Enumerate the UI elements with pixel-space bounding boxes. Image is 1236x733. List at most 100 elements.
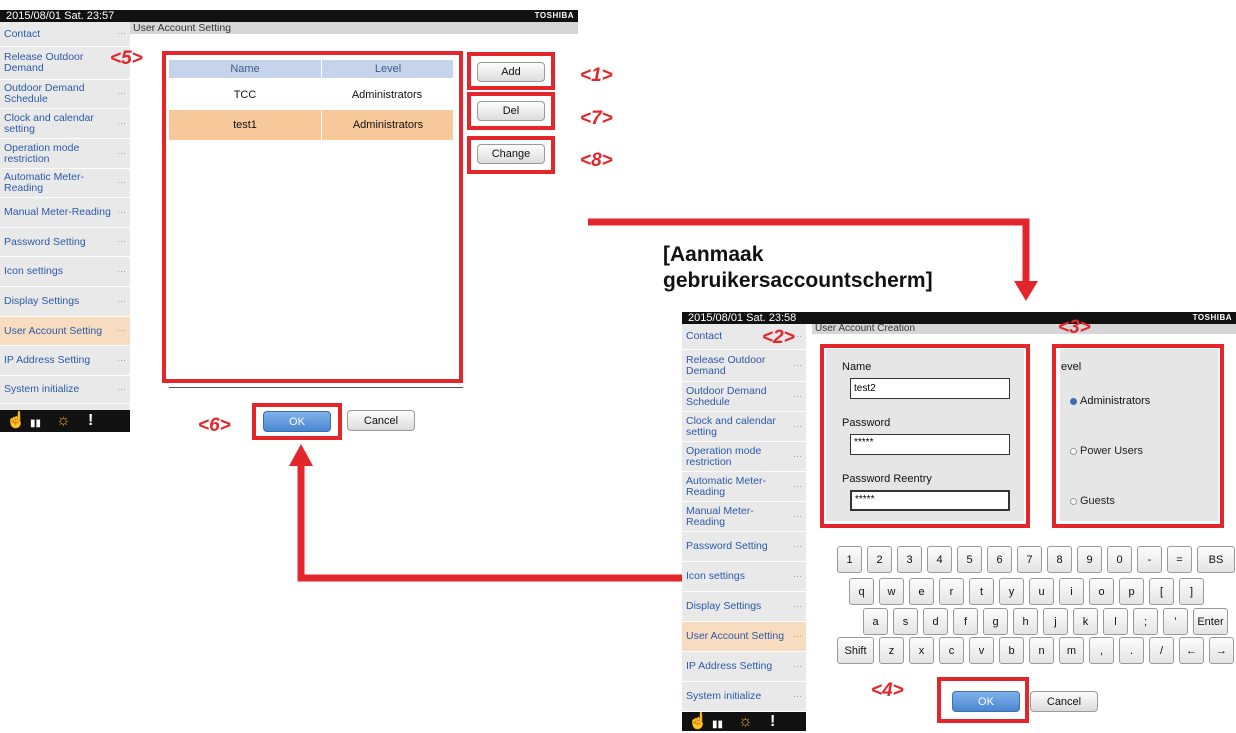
keyboard-key[interactable]: 6: [987, 546, 1012, 573]
keyboard-key[interactable]: 2: [867, 546, 892, 573]
keyboard-key[interactable]: .: [1119, 637, 1144, 664]
more-dots-icon: ···: [793, 359, 802, 370]
keyboard-key[interactable]: l: [1103, 608, 1128, 635]
keyboard-key[interactable]: w: [879, 578, 904, 605]
sidebar-item-label: Outdoor Demand Schedule: [686, 384, 767, 408]
sidebar-item-label: Manual Meter-Reading: [686, 504, 754, 528]
keyboard-key[interactable]: j: [1043, 608, 1068, 635]
alert-icon[interactable]: !: [770, 713, 775, 730]
callout-2: <2>: [762, 327, 795, 348]
sidebar-item[interactable]: System initialize ···: [682, 682, 806, 712]
sidebar-item-label: Contact: [686, 330, 723, 342]
sidebar-item[interactable]: Password Setting ···: [682, 532, 806, 562]
keyboard-key[interactable]: t: [969, 578, 994, 605]
more-dots-icon: ···: [793, 570, 802, 581]
sidebar-item[interactable]: Clock and calendar setting ···: [682, 412, 806, 442]
sidebar-item-label: Automatic Meter-Reading: [686, 474, 766, 498]
keyboard-key[interactable]: f: [953, 608, 978, 635]
sidebar-item-label: Display Settings: [686, 600, 762, 612]
keyboard-key[interactable]: -: [1137, 546, 1162, 573]
keyboard-key[interactable]: /: [1149, 637, 1174, 664]
more-dots-icon: ···: [793, 690, 802, 701]
arrow-back-to-ok: [289, 444, 682, 582]
keyboard-key[interactable]: n: [1029, 637, 1054, 664]
keyboard-key[interactable]: i: [1059, 578, 1084, 605]
keyboard-key[interactable]: r: [939, 578, 964, 605]
caption-line-1: [Aanmaak: [663, 243, 764, 266]
keyboard-key[interactable]: 7: [1017, 546, 1042, 573]
keyboard-key[interactable]: u: [1029, 578, 1054, 605]
book-icon[interactable]: ▮▮: [712, 717, 723, 733]
keyboard-key[interactable]: v: [969, 637, 994, 664]
keyboard-key[interactable]: b: [999, 637, 1024, 664]
keyboard-key[interactable]: m: [1059, 637, 1084, 664]
keyboard-key[interactable]: z: [879, 637, 904, 664]
callout-box-4: [937, 677, 1029, 723]
keyboard-key[interactable]: q: [849, 578, 874, 605]
keyboard-key[interactable]: y: [999, 578, 1024, 605]
keyboard-key[interactable]: s: [893, 608, 918, 635]
sidebar-item[interactable]: Outdoor Demand Schedule ···: [682, 382, 806, 412]
sidebar-item-label: Clock and calendar setting: [686, 414, 776, 438]
sidebar-item[interactable]: Operation mode restriction ···: [682, 442, 806, 472]
keyboard-key[interactable]: [: [1149, 578, 1174, 605]
keyboard-key[interactable]: Enter: [1193, 608, 1228, 635]
sidebar-item-label: Operation mode restriction: [686, 444, 762, 468]
cancel-button[interactable]: Cancel: [1030, 691, 1098, 712]
sidebar-item[interactable]: Display Settings ···: [682, 592, 806, 622]
sidebar-item[interactable]: Release Outdoor Demand ···: [682, 350, 806, 382]
keyboard-key[interactable]: 9: [1077, 546, 1102, 573]
keyboard-key[interactable]: =: [1167, 546, 1192, 573]
keyboard-key[interactable]: k: [1073, 608, 1098, 635]
keyboard-key[interactable]: ←: [1179, 637, 1204, 664]
keyboard-key[interactable]: ,: [1089, 637, 1114, 664]
sun-gear-icon[interactable]: ☼: [738, 713, 753, 730]
keyboard-key[interactable]: g: [983, 608, 1008, 635]
keyboard-key[interactable]: ': [1163, 608, 1188, 635]
callout-box-3: [1052, 344, 1224, 528]
keyboard-key[interactable]: a: [863, 608, 888, 635]
sidebar-bottom-toolbar: ☝ ▮▮ ☼!: [682, 712, 806, 731]
keyboard-key[interactable]: ]: [1179, 578, 1204, 605]
sidebar-item-label: IP Address Setting: [686, 660, 773, 672]
sidebar-item[interactable]: Icon settings ···: [682, 562, 806, 592]
keyboard-key[interactable]: h: [1013, 608, 1038, 635]
keyboard-key[interactable]: o: [1089, 578, 1114, 605]
sidebar-item[interactable]: IP Address Setting ···: [682, 652, 806, 682]
more-dots-icon: ···: [793, 630, 802, 641]
keyboard-key[interactable]: 0: [1107, 546, 1132, 573]
sidebar-item[interactable]: Manual Meter-Reading ···: [682, 502, 806, 532]
keyboard-key[interactable]: p: [1119, 578, 1144, 605]
sidebar-item-label: Password Setting: [686, 540, 768, 552]
screen2-sidebar: Contact ··· Release Outdoor Demand ··· Outdo…: [682, 324, 806, 731]
keyboard-key[interactable]: →: [1209, 637, 1234, 664]
more-dots-icon: ···: [793, 600, 802, 611]
more-dots-icon: ···: [793, 450, 802, 461]
caption-line-2: gebruikersaccountscherm]: [663, 269, 933, 292]
creation-screen-caption: [Aanmaak gebruikersaccountscherm]: [663, 242, 933, 294]
keyboard-key[interactable]: BS: [1197, 546, 1235, 573]
keyboard-key[interactable]: Shift: [837, 637, 874, 664]
screen2-datetime: 2015/08/01 Sat. 23:58: [688, 312, 797, 324]
keyboard-key[interactable]: d: [923, 608, 948, 635]
keyboard-key[interactable]: x: [909, 637, 934, 664]
sidebar-item-label: System initialize: [686, 690, 762, 702]
keyboard-key[interactable]: 3: [897, 546, 922, 573]
keyboard-key[interactable]: 5: [957, 546, 982, 573]
keyboard-key[interactable]: e: [909, 578, 934, 605]
keyboard-key[interactable]: c: [939, 637, 964, 664]
hand-pointer-icon[interactable]: ☝: [688, 713, 708, 730]
sidebar-item-label: Icon settings: [686, 570, 745, 582]
more-dots-icon: ···: [793, 540, 802, 551]
more-dots-icon: ···: [793, 390, 802, 401]
keyboard-key[interactable]: 8: [1047, 546, 1072, 573]
sidebar-item[interactable]: User Account Setting ···: [682, 622, 806, 652]
screen2-page-title: User Account Creation: [812, 324, 1236, 334]
keyboard-key[interactable]: 1: [837, 546, 862, 573]
sidebar-item[interactable]: Automatic Meter-Reading ···: [682, 472, 806, 502]
callout-3: <3>: [1058, 317, 1091, 338]
more-dots-icon: ···: [793, 510, 802, 521]
keyboard-key[interactable]: 4: [927, 546, 952, 573]
keyboard-key[interactable]: ;: [1133, 608, 1158, 635]
sidebar-item-label: User Account Setting: [686, 630, 785, 642]
